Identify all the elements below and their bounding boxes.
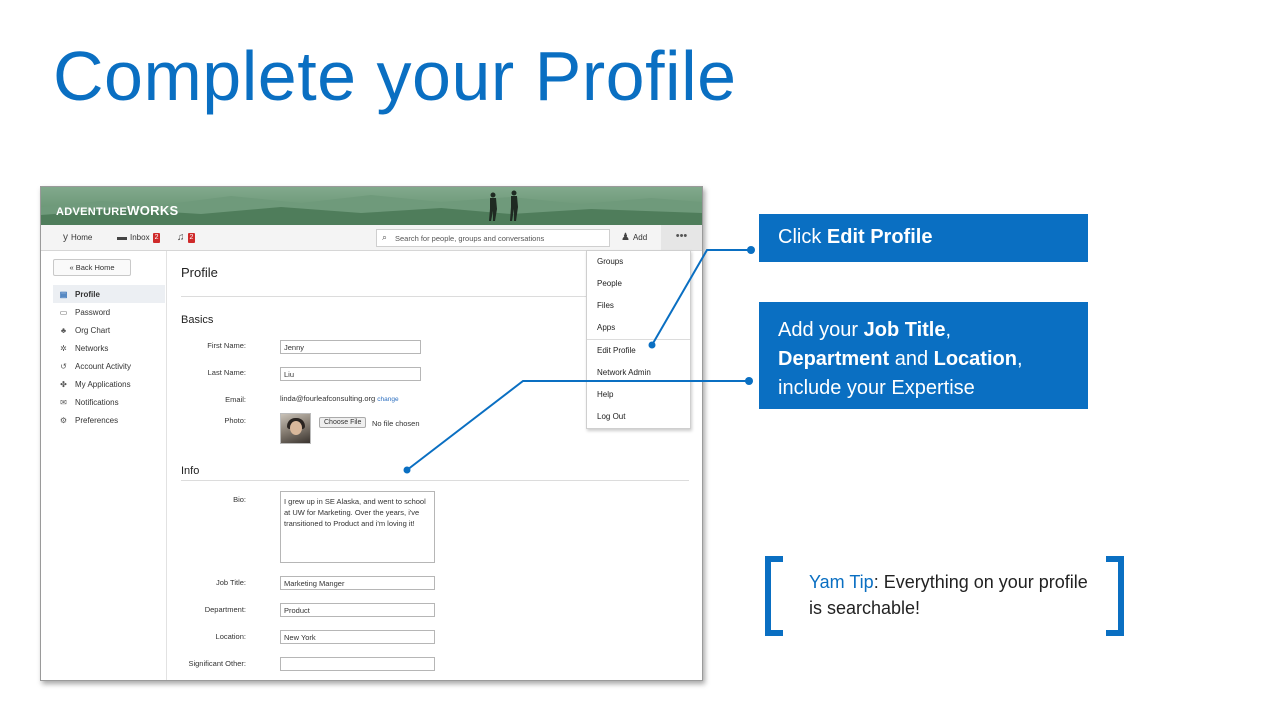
- yam-tip: Yam Tip: Everything on your profile is s…: [809, 569, 1099, 621]
- tip-label: Yam Tip: [809, 572, 874, 592]
- callout-text: Click: [778, 226, 827, 248]
- left-bracket: [765, 556, 783, 636]
- callout-line: include your Expertise: [778, 377, 975, 399]
- right-bracket: [1106, 556, 1124, 636]
- callout-edit-profile: Click Edit Profile: [759, 214, 1088, 262]
- callout-bold: Edit Profile: [826, 226, 933, 248]
- callout-line: Department and Location,: [778, 348, 1023, 370]
- callout-line: Add your Job Title,: [778, 319, 952, 341]
- callout-job-details: Add your Job Title, Department and Locat…: [759, 302, 1088, 409]
